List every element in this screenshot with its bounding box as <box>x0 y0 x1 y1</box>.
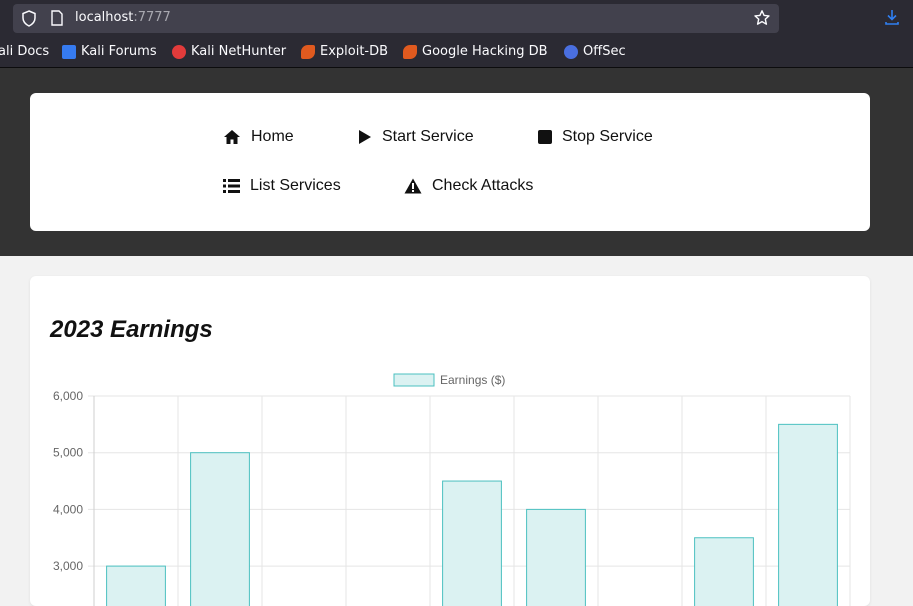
chart-legend[interactable]: Earnings ($) <box>393 373 505 387</box>
bookmark-star-icon[interactable] <box>753 9 771 31</box>
legend-label: Earnings ($) <box>440 373 505 387</box>
bookmark-label: Kali NetHunter <box>191 44 287 59</box>
bookmark-label: Exploit-DB <box>320 44 389 59</box>
kali-nethunter-icon <box>172 44 186 59</box>
bookmark-label: OffSec <box>583 44 626 59</box>
page-header: Home Start Service Stop Service List Ser… <box>0 68 913 256</box>
y-tick-label: 3,000 <box>53 559 83 573</box>
nav-check-attacks[interactable]: Check Attacks <box>404 177 533 195</box>
ghdb-icon <box>403 44 417 59</box>
kali-forums-icon <box>62 44 76 59</box>
nav-home[interactable]: Home <box>223 128 294 146</box>
nav-list-services[interactable]: List Services <box>223 177 341 195</box>
bar <box>778 423 838 606</box>
url-host: localhost <box>75 10 134 25</box>
chart-bars <box>106 423 838 606</box>
nav-start-service-label: Start Service <box>382 128 474 145</box>
offsec-icon <box>564 44 578 59</box>
bookmarks-bar: ali Docs Kali Forums Kali NetHunter Expl… <box>0 41 913 63</box>
y-tick-label: 4,000 <box>53 502 83 516</box>
bookmark-ghdb[interactable]: Google Hacking DB <box>403 44 548 59</box>
stop-icon <box>538 130 552 144</box>
download-icon[interactable] <box>884 9 900 29</box>
bookmark-exploit-db[interactable]: Exploit-DB <box>301 44 388 59</box>
warning-icon <box>404 178 422 194</box>
url-text[interactable]: localhost:7777 <box>75 10 171 25</box>
bar <box>694 537 754 606</box>
bar <box>442 480 502 606</box>
y-tick-label: 6,000 <box>53 389 83 403</box>
bar <box>106 565 166 606</box>
earnings-card: 2023 Earnings 6,000 5,000 4,000 3,000 Earni… <box>30 276 870 606</box>
earnings-chart: 6,000 5,000 4,000 3,000 Earnings ($) <box>53 373 851 606</box>
bar <box>190 452 250 606</box>
list-icon <box>223 179 240 193</box>
nav-list-services-label: List Services <box>250 177 341 194</box>
bookmark-label: ali Docs <box>0 44 50 59</box>
bookmark-kali-nethunter[interactable]: Kali NetHunter <box>172 44 286 59</box>
nav-card: Home Start Service Stop Service List Ser… <box>30 93 870 231</box>
browser-chrome: localhost:7777 ali Docs Kali Forums Kali… <box>0 0 913 68</box>
address-bar[interactable]: localhost:7777 <box>13 4 779 33</box>
play-icon <box>359 130 371 144</box>
nav-stop-service-label: Stop Service <box>562 128 653 145</box>
chart-y-ticks: 6,000 5,000 4,000 3,000 <box>53 389 83 573</box>
home-icon <box>224 130 240 144</box>
bookmark-kali-forums[interactable]: Kali Forums <box>62 44 157 59</box>
y-tick-label: 5,000 <box>53 446 83 460</box>
nav-start-service[interactable]: Start Service <box>358 128 474 146</box>
exploit-db-icon <box>301 44 315 59</box>
nav-stop-service[interactable]: Stop Service <box>538 128 653 146</box>
bookmark-offsec[interactable]: OffSec <box>564 44 626 59</box>
bookmark-kali-docs[interactable]: ali Docs <box>0 44 49 59</box>
bookmark-label: Kali Forums <box>81 44 157 59</box>
page-icon <box>50 10 64 30</box>
shield-icon[interactable] <box>21 10 37 31</box>
bookmark-label: Google Hacking DB <box>422 44 548 59</box>
url-port: :7777 <box>133 10 171 25</box>
nav-check-attacks-label: Check Attacks <box>432 177 534 194</box>
legend-swatch <box>393 373 435 387</box>
nav-home-label: Home <box>251 128 294 145</box>
